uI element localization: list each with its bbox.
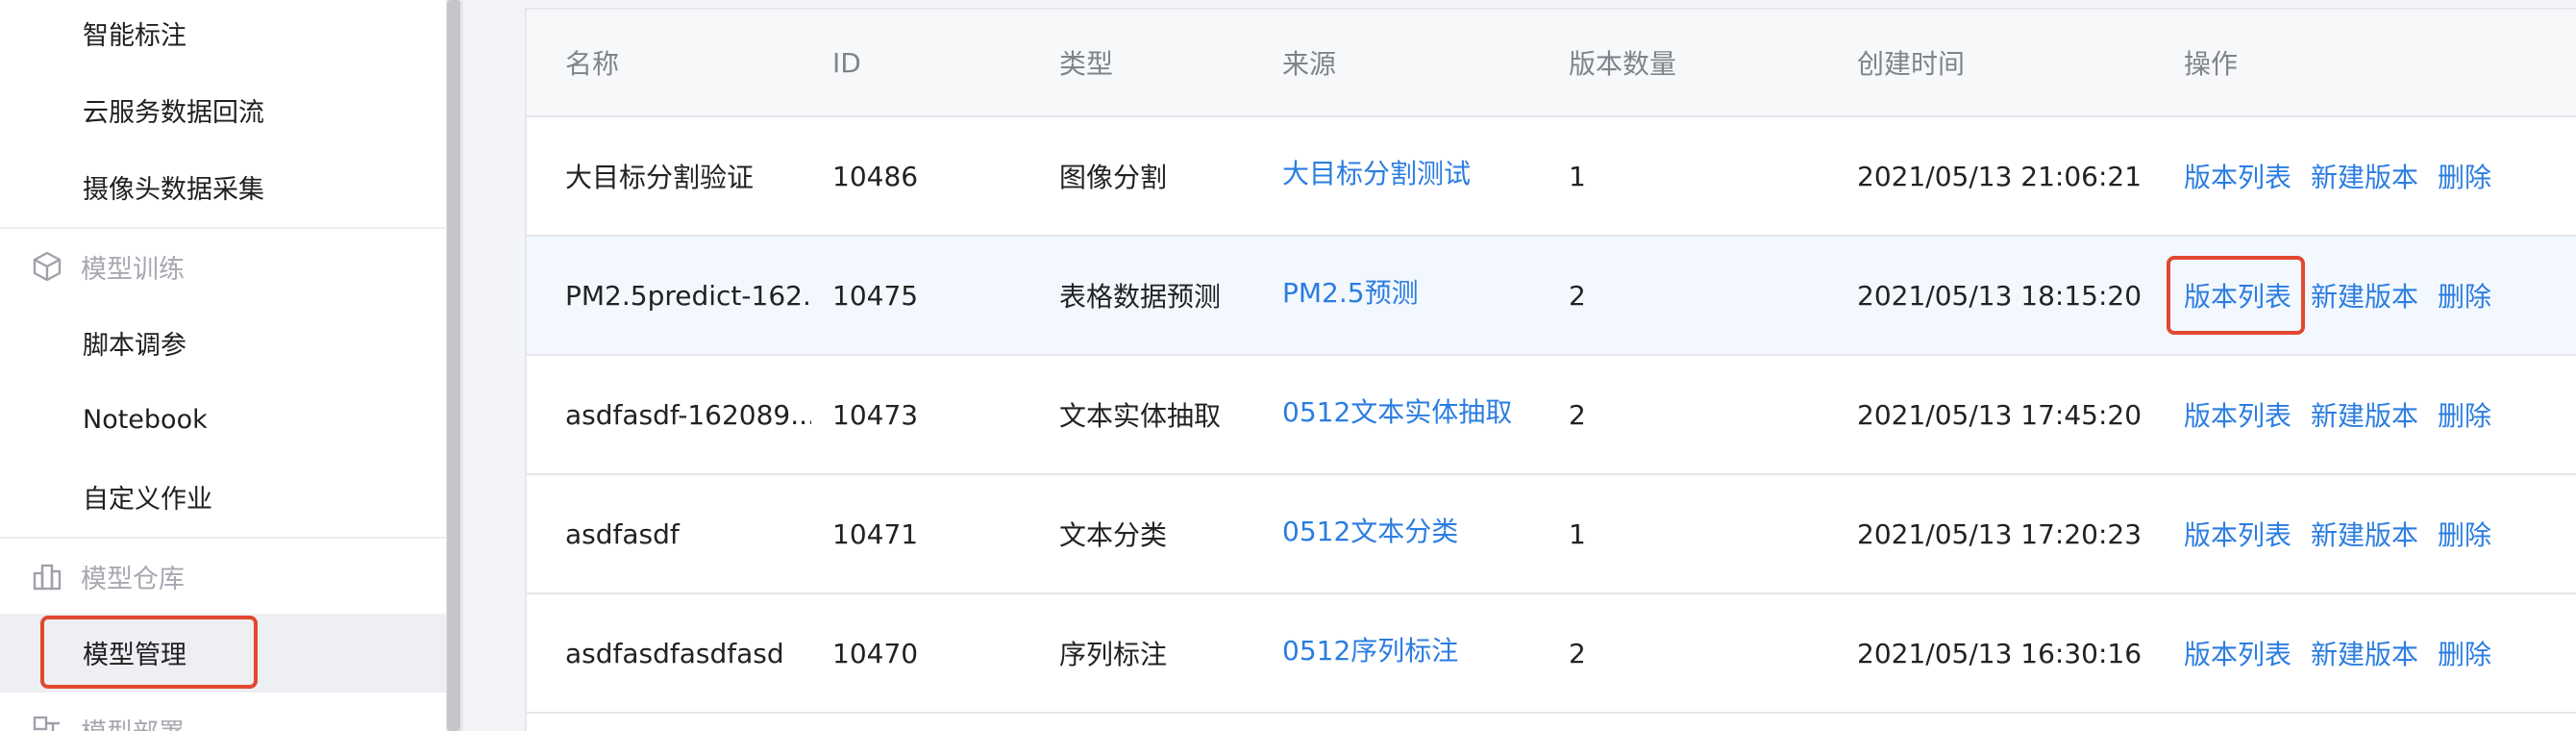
column-header-created-time: 创建时间 — [1857, 48, 1966, 80]
created-time: 2021/05/13 17:20:23 — [1857, 517, 2143, 550]
new-version-link[interactable]: 新建版本 — [2311, 515, 2418, 553]
column-header-name: 名称 — [565, 48, 620, 80]
sidebar-item-cloud-data-reflow[interactable]: 云服务数据回流 — [0, 71, 446, 148]
app-window: 智能标注 云服务数据回流 摄像头数据采集 模型训练 脚本调参 Notebook … — [0, 0, 2576, 731]
column-header-version-count: 版本数量 — [1569, 48, 1677, 80]
table-row: asdfasdf 10471 文本分类 0512文本分类 1 2021/05/1… — [527, 475, 2576, 594]
model-name: 大目标分割验证 — [565, 162, 755, 193]
model-type: 序列标注 — [1059, 639, 1168, 670]
version-list-link[interactable]: 版本列表 — [2184, 634, 2291, 672]
sidebar-item-camera-data-collection[interactable]: 摄像头数据采集 — [0, 148, 446, 225]
sidebar-item-label: 摄像头数据采集 — [83, 174, 264, 205]
sidebar-group-label: 模型部署 — [81, 712, 185, 731]
table-row: asdfasdf-162089... 10473 文本实体抽取 0512文本实体… — [527, 356, 2576, 475]
version-list-link[interactable]: 版本列表 — [2184, 395, 2291, 434]
sidebar-group-label: 模型训练 — [81, 254, 185, 285]
delete-link[interactable]: 删除 — [2438, 515, 2491, 553]
source-link[interactable]: 0512文本分类 — [1282, 475, 1551, 592]
row-actions: 版本列表 新建版本 删除 — [2184, 475, 2568, 592]
deploy-icon — [29, 712, 65, 731]
sidebar-scrollbar-thumb[interactable] — [447, 0, 460, 731]
model-name: asdfasdf — [565, 517, 680, 550]
row-actions: 版本列表 新建版本 删除 — [2184, 356, 2568, 473]
highlight-box-model-management — [40, 616, 258, 689]
model-id: 10486 — [832, 160, 919, 192]
column-header-actions: 操作 — [2184, 48, 2239, 80]
cube-icon — [29, 248, 65, 285]
delete-link[interactable]: 删除 — [2438, 395, 2491, 434]
model-table: 名称 ID 类型 来源 版本数量 创建时间 操作 大目标分割验证 10486 图… — [525, 8, 2576, 731]
model-type: 文本实体抽取 — [1059, 400, 1222, 432]
delete-link[interactable]: 删除 — [2438, 634, 2491, 672]
sidebar-item-label: 云服务数据回流 — [83, 97, 264, 128]
sidebar: 智能标注 云服务数据回流 摄像头数据采集 模型训练 脚本调参 Notebook … — [0, 0, 446, 731]
highlight-box-version-list — [2167, 256, 2305, 335]
sidebar-group-model-training[interactable]: 模型训练 — [0, 227, 446, 304]
model-type: 图像分割 — [1059, 162, 1168, 193]
delete-link[interactable]: 删除 — [2438, 157, 2491, 195]
sidebar-item-label: Notebook — [83, 404, 208, 435]
sidebar-item-smart-annotation[interactable]: 智能标注 — [0, 0, 446, 71]
version-count: 1 — [1569, 160, 1586, 192]
created-time: 2021/05/13 16:30:16 — [1857, 637, 2143, 669]
column-header-source: 来源 — [1282, 48, 1337, 80]
model-id: 10470 — [832, 637, 919, 669]
sidebar-item-script-tuning[interactable]: 脚本调参 — [0, 304, 446, 381]
version-count: 2 — [1569, 637, 1586, 669]
new-version-link[interactable]: 新建版本 — [2311, 276, 2418, 315]
table-row: asdfasdfasdfasd 10470 序列标注 0512序列标注 2 20… — [527, 594, 2576, 714]
sidebar-item-label: 智能标注 — [83, 20, 186, 51]
model-id: 10475 — [832, 279, 919, 312]
sidebar-item-label: 自定义作业 — [83, 484, 212, 515]
column-header-id: ID — [832, 46, 861, 79]
model-type: 表格数据预测 — [1059, 281, 1222, 313]
sidebar-item-custom-job[interactable]: 自定义作业 — [0, 458, 446, 535]
created-time: 2021/05/13 18:15:20 — [1857, 279, 2143, 312]
table-header-row: 名称 ID 类型 来源 版本数量 创建时间 操作 — [527, 10, 2576, 117]
model-id: 10473 — [832, 398, 919, 431]
delete-link[interactable]: 删除 — [2438, 276, 2491, 315]
created-time: 2021/05/13 17:45:20 — [1857, 398, 2143, 431]
column-header-type: 类型 — [1059, 48, 1114, 80]
version-list-link[interactable]: 版本列表 — [2184, 515, 2291, 553]
sidebar-group-model-repository[interactable]: 模型仓库 — [0, 537, 446, 614]
model-id: 10471 — [832, 517, 919, 550]
version-list-link[interactable]: 版本列表 — [2184, 157, 2291, 195]
model-name: asdfasdfasdfasd — [565, 637, 784, 669]
new-version-link[interactable]: 新建版本 — [2311, 634, 2418, 672]
new-version-link[interactable]: 新建版本 — [2311, 395, 2418, 434]
created-time: 2021/05/13 21:06:21 — [1857, 160, 2143, 192]
new-version-link[interactable]: 新建版本 — [2311, 157, 2418, 195]
model-type: 文本分类 — [1059, 519, 1168, 551]
table-row: PM2.5predict-162... 10475 表格数据预测 PM2.5预测… — [527, 237, 2576, 356]
sidebar-group-label: 模型仓库 — [81, 564, 185, 594]
sidebar-item-notebook[interactable]: Notebook — [0, 381, 446, 458]
source-link[interactable]: 0512序列标注 — [1282, 594, 1551, 712]
source-link[interactable]: 0512文本实体抽取 — [1282, 356, 1551, 473]
row-actions: 版本列表 新建版本 删除 — [2184, 594, 2568, 712]
row-actions: 版本列表 新建版本 删除 — [2184, 117, 2568, 235]
building-icon — [29, 558, 65, 594]
version-count: 2 — [1569, 279, 1586, 312]
sidebar-group-model-deployment[interactable]: 模型部署 — [0, 691, 446, 731]
model-name: PM2.5predict-162... — [565, 279, 811, 312]
version-count: 1 — [1569, 517, 1586, 550]
model-name: asdfasdf-162089... — [565, 398, 811, 431]
source-link[interactable]: PM2.5预测 — [1282, 237, 1551, 354]
version-count: 2 — [1569, 398, 1586, 431]
sidebar-item-label: 脚本调参 — [83, 330, 186, 361]
table-row: 大目标分割验证 10486 图像分割 大目标分割测试 1 2021/05/13 … — [527, 117, 2576, 237]
source-link[interactable]: 大目标分割测试 — [1282, 117, 1551, 235]
